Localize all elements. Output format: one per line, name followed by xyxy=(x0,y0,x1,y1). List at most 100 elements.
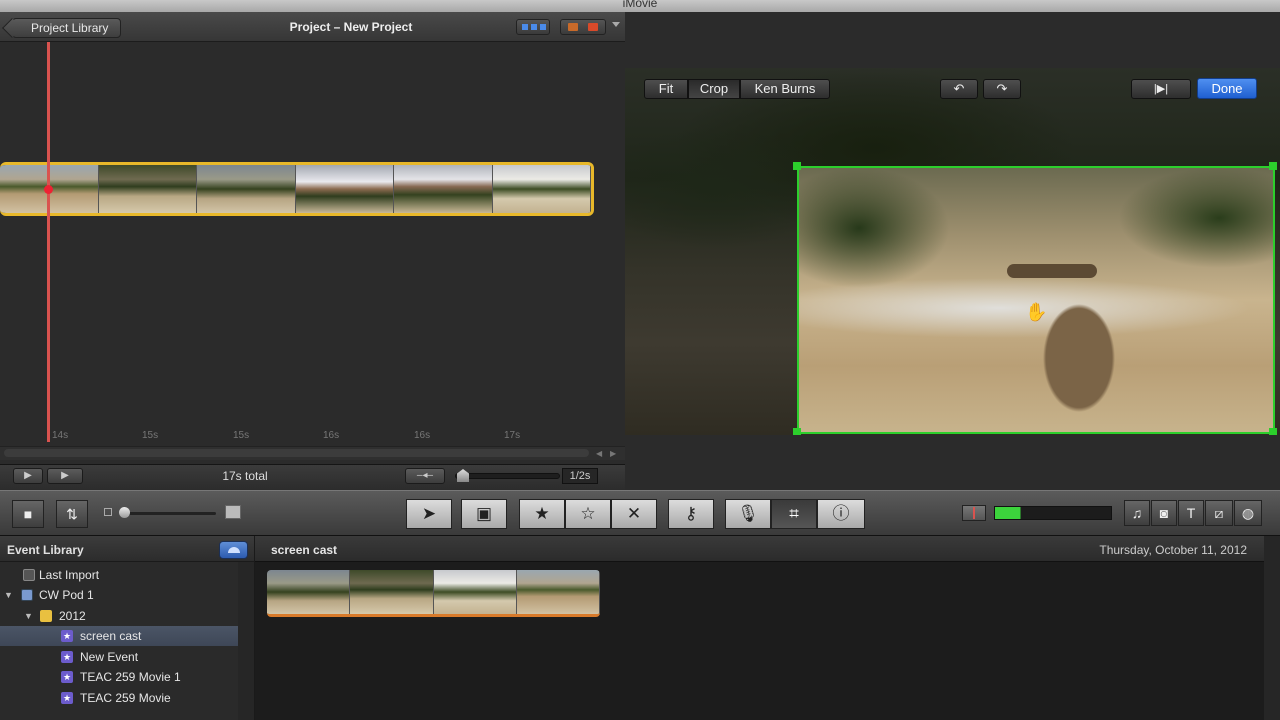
map-browser-button[interactable]: ◍ xyxy=(1234,500,1262,526)
playhead[interactable] xyxy=(47,42,50,442)
select-arrow-icon: ➤ xyxy=(421,504,437,523)
ruler-tick: 15s xyxy=(233,430,250,441)
event-browser-scrollbar[interactable] xyxy=(1264,536,1280,720)
transition-browser-button[interactable]: ⧄ xyxy=(1205,500,1233,526)
camera-icon: ■ xyxy=(23,506,33,522)
clip-thumbnail xyxy=(516,570,600,614)
film-icon xyxy=(23,569,35,581)
scroll-right-icon[interactable]: ▶ xyxy=(610,449,616,458)
rotate-right-icon: ↷ xyxy=(996,81,1008,96)
time-ruler: 14s 15s 15s 16s 16s 17s xyxy=(0,428,625,446)
audio-toggle-button[interactable]: –◂– xyxy=(405,468,445,484)
play-button[interactable]: ▶ xyxy=(47,468,83,484)
crop-button[interactable]: Crop xyxy=(688,79,740,99)
crop-tool-button[interactable]: ⌗ xyxy=(771,499,817,529)
event-library-scrollbar[interactable] xyxy=(238,562,254,720)
ruler-tick: 15s xyxy=(142,430,159,441)
inspector-icon: ⓘ xyxy=(832,504,850,523)
clip-thumbnail xyxy=(197,165,296,213)
crop-label: Crop xyxy=(699,81,729,96)
event-item-new-event[interactable]: ★ New Event xyxy=(0,647,238,667)
clip-thumbnail xyxy=(350,570,434,614)
viewer-footer xyxy=(625,435,1280,490)
clip-thumbnail xyxy=(267,570,351,614)
zoom-slider[interactable] xyxy=(455,473,560,479)
rotate-left-button[interactable]: ↶ xyxy=(940,79,978,99)
done-button[interactable]: Done xyxy=(1197,78,1257,99)
import-camera-button[interactable]: ■ xyxy=(12,500,44,528)
cloud-icon xyxy=(228,547,240,553)
thumbnail-size-knob[interactable] xyxy=(119,507,130,518)
event-item-label: TEAC 259 Movie 1 xyxy=(80,670,181,684)
disclosure-open-icon[interactable]: ▼ xyxy=(4,585,13,605)
folder-icon xyxy=(40,610,52,622)
clip-thumbnail xyxy=(98,165,197,213)
ken-burns-button[interactable]: Ken Burns xyxy=(740,79,830,99)
computer-icon xyxy=(21,589,33,601)
view-thumbnails-button[interactable] xyxy=(516,19,550,35)
event-library-toggle-button[interactable] xyxy=(219,541,248,559)
fit-label: Fit xyxy=(658,81,674,96)
audio-skimming-icon xyxy=(973,507,975,519)
project-clip-strip[interactable] xyxy=(0,162,594,216)
thumbnail-view-icon xyxy=(522,24,546,30)
play-fullscreen-button[interactable]: ▶ xyxy=(13,468,43,484)
mark-favorite-button[interactable]: ★ xyxy=(519,499,565,529)
large-thumbnail-icon xyxy=(225,505,241,519)
swap-events-button[interactable]: ⇅ xyxy=(56,500,88,528)
scroll-left-icon[interactable]: ◀ xyxy=(596,449,602,458)
play-fullscreen-icon: ▶ xyxy=(24,470,32,481)
project-total-duration: 17s total xyxy=(222,469,268,483)
event-clip[interactable] xyxy=(267,570,600,617)
music-icon: ♫ xyxy=(1131,505,1143,521)
unmark-button[interactable]: ☆ xyxy=(565,499,611,529)
project-menu-chevron-icon[interactable] xyxy=(612,22,620,27)
project-title: Project – New Project xyxy=(289,20,413,34)
play-clip-icon: |▶| xyxy=(1153,83,1169,95)
event-item-2012[interactable]: ▼ 2012 xyxy=(0,606,238,626)
project-panel xyxy=(0,12,625,464)
play-clip-button[interactable]: |▶| xyxy=(1131,79,1191,99)
project-library-button[interactable]: Project Library xyxy=(12,18,122,38)
photo-browser-button[interactable]: ◙ xyxy=(1151,500,1177,526)
audio-level-meter xyxy=(994,506,1112,520)
voiceover-icon: 🎙 xyxy=(737,504,759,523)
fit-button[interactable]: Fit xyxy=(644,79,688,99)
event-name: screen cast xyxy=(271,543,338,557)
keyword-icon: ⚷ xyxy=(684,504,698,523)
select-tool-button[interactable]: ➤ xyxy=(406,499,452,529)
crop-handle-top-right[interactable] xyxy=(1269,162,1277,170)
thumbnail-size-slider[interactable] xyxy=(122,512,216,515)
transition-icon: ⧄ xyxy=(1214,505,1224,521)
project-header: Project Library Project – New Project xyxy=(0,12,625,42)
clip-thumbnail xyxy=(394,165,493,213)
playhead-marker[interactable] xyxy=(44,185,53,194)
voiceover-button[interactable]: 🎙 xyxy=(725,499,771,529)
disclosure-open-icon[interactable]: ▼ xyxy=(24,606,33,626)
audio-skimming-button[interactable] xyxy=(962,505,986,521)
keyword-button[interactable]: ⚷ xyxy=(668,499,714,529)
timeline-scroll-thumb[interactable] xyxy=(4,449,589,457)
event-item-teac-259-movie-1[interactable]: ★ TEAC 259 Movie 1 xyxy=(0,667,238,687)
rotate-right-button[interactable]: ↷ xyxy=(983,79,1021,99)
add-to-project-button[interactable]: ▣ xyxy=(461,499,507,529)
event-item-label: 2012 xyxy=(59,609,86,623)
crop-rectangle[interactable] xyxy=(797,166,1275,434)
event-item-screen-cast[interactable]: ★ screen cast xyxy=(0,626,238,646)
star-event-icon: ★ xyxy=(61,630,73,642)
event-item-teac-259-movie[interactable]: ★ TEAC 259 Movie xyxy=(0,688,238,708)
view-options-button[interactable] xyxy=(560,19,606,35)
reject-button[interactable]: ✕ xyxy=(611,499,657,529)
event-item-last-import[interactable]: Last Import xyxy=(0,565,238,585)
hand-cursor-icon: ✋ xyxy=(1025,302,1048,322)
event-item-label: Last Import xyxy=(39,568,100,582)
inspector-button[interactable]: ⓘ xyxy=(817,499,865,529)
title-browser-button[interactable]: T xyxy=(1178,500,1204,526)
ruler-tick: 17s xyxy=(504,430,521,441)
deer-antlers xyxy=(1007,264,1097,278)
event-item-cw-pod[interactable]: ▼ CW Pod 1 xyxy=(0,585,238,605)
unmark-icon: ☆ xyxy=(580,504,596,523)
crop-handle-top-left[interactable] xyxy=(793,162,801,170)
music-browser-button[interactable]: ♫ xyxy=(1124,500,1150,526)
window-title: iMovie xyxy=(622,0,658,10)
